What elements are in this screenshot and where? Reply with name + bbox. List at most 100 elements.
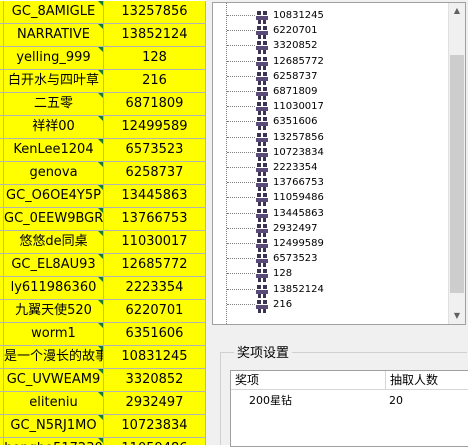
spreadsheet[interactable]: GC_8AMIGLE 13257856 NARRATIVE 13852124 yelli…	[0, 0, 206, 445]
table-row[interactable]: GC_EL8AU93 12685772	[0, 254, 206, 277]
table-row[interactable]: worm1 6351606	[0, 323, 206, 346]
id-cell[interactable]: 13852124	[104, 24, 206, 47]
tree-item[interactable]: 11030017	[213, 99, 449, 116]
tree-item[interactable]: 2932497	[213, 221, 449, 237]
table-row[interactable]: GC_O6OE4Y5P 13445863	[0, 185, 206, 208]
user-group-icon	[255, 9, 269, 24]
tree-item[interactable]: 6258737	[213, 69, 449, 85]
name-cell[interactable]: yelling_999	[4, 47, 104, 70]
id-cell[interactable]: 12685772	[104, 254, 206, 277]
id-cell[interactable]: 128	[104, 47, 206, 70]
table-row[interactable]: GC_0EEW9BGR 13766753	[0, 208, 206, 231]
name-cell[interactable]: GC_UVWEAM9	[4, 369, 104, 392]
id-cell[interactable]: 13257856	[104, 1, 206, 24]
table-row[interactable]: 白开水与四叶草 216	[0, 70, 206, 93]
table-row[interactable]: GC_N5RJ1MO 10723834	[0, 415, 206, 438]
prize-settings-group: 奖项设置 奖项 抽取人数 200星钻 20	[220, 342, 468, 447]
name-cell[interactable]: NARRATIVE	[4, 24, 104, 47]
scroll-thumb[interactable]	[450, 55, 464, 293]
name-cell[interactable]: 悠悠de同桌	[4, 231, 104, 254]
tree-item-label: 2932497	[273, 222, 318, 234]
tree-branch-line	[227, 30, 255, 32]
table-row[interactable]: 悠悠de同桌 11030017	[0, 231, 206, 254]
id-cell[interactable]: 2932497	[104, 392, 206, 415]
name-cell[interactable]: 白开水与四叶草	[4, 70, 104, 93]
table-row[interactable]: genova 6258737	[0, 162, 206, 185]
id-cell[interactable]: 216	[104, 70, 206, 93]
id-cell[interactable]: 13445863	[104, 185, 206, 208]
user-group-icon	[255, 131, 269, 146]
table-row[interactable]: GC_UVWEAM9 3320852	[0, 369, 206, 392]
tree-item[interactable]: 2223354	[213, 160, 449, 176]
table-row[interactable]: eliteniu 2932497	[0, 392, 206, 415]
tree-item[interactable]: 6871809	[213, 84, 449, 100]
tree-item-label: 12499589	[273, 238, 324, 249]
id-cell[interactable]: 11030017	[104, 231, 206, 254]
participant-tree[interactable]: 10831245 6220701 3320852 12685772 6258737 687…	[212, 2, 466, 325]
id-cell[interactable]: 6351606	[104, 323, 206, 346]
name-cell[interactable]: 九翼天使520	[4, 300, 104, 323]
tree-item[interactable]: 216	[213, 297, 449, 313]
name-cell[interactable]: worm1	[4, 323, 104, 346]
tree-item[interactable]: 12685772	[213, 54, 449, 70]
table-row[interactable]: 二五零 6871809	[0, 93, 206, 116]
table-row[interactable]: 是一个漫长的故事 10831245	[0, 346, 206, 369]
id-cell[interactable]: 10723834	[104, 415, 206, 438]
tree-scrollbar[interactable]: ▲ ▼	[448, 3, 465, 324]
name-cell[interactable]: GC_0EEW9BGR	[4, 208, 104, 231]
tree-item[interactable]: 128	[213, 266, 449, 283]
name-cell[interactable]: GC_EL8AU93	[4, 254, 104, 277]
name-cell[interactable]: 二五零	[4, 93, 104, 116]
table-row[interactable]: 祥祥00 12499589	[0, 116, 206, 139]
table-row[interactable]: KenLee1204 6573523	[0, 139, 206, 162]
tree-item[interactable]: 13445863	[213, 206, 449, 222]
id-cell[interactable]: 12499589	[104, 116, 206, 139]
name-cell[interactable]: 祥祥00	[4, 116, 104, 139]
tree-branch-line	[227, 136, 255, 138]
id-cell[interactable]: 11059486	[104, 438, 206, 445]
tree-item[interactable]: 6573523	[213, 251, 449, 268]
name-cell[interactable]: GC_N5RJ1MO	[4, 415, 104, 438]
name-cell[interactable]: KenLee1204	[4, 139, 104, 162]
tree-item[interactable]: 13257856	[213, 130, 449, 146]
prize-cell[interactable]: 200星钻	[249, 392, 292, 410]
id-cell[interactable]: 3320852	[104, 369, 206, 392]
name-cell[interactable]: hongbo517230	[4, 438, 104, 445]
id-cell[interactable]: 10831245	[104, 346, 206, 369]
id-cell[interactable]: 6871809	[104, 93, 206, 116]
tree-item[interactable]: 3320852	[213, 38, 449, 55]
id-cell[interactable]: 13766753	[104, 208, 206, 231]
tree-item[interactable]: 13852124	[213, 282, 449, 298]
tree-item[interactable]: 10723834	[213, 145, 449, 161]
column-header-count[interactable]: 抽取人数	[386, 371, 468, 390]
scroll-down-icon[interactable]: ▼	[449, 308, 465, 324]
user-group-icon	[255, 24, 269, 40]
scroll-up-icon[interactable]: ▲	[449, 3, 465, 19]
name-cell[interactable]: eliteniu	[4, 392, 104, 415]
tree-item[interactable]: 6351606	[213, 114, 449, 131]
id-cell[interactable]: 6258737	[104, 162, 206, 185]
name-cell[interactable]: 是一个漫长的故事	[4, 346, 104, 369]
tree-item[interactable]: 13766753	[213, 175, 449, 192]
name-cell[interactable]: genova	[4, 162, 104, 185]
tree-branch-line	[227, 167, 255, 168]
id-cell[interactable]: 6220701	[104, 300, 206, 323]
table-row[interactable]: ly611986360 2223354	[0, 277, 206, 300]
table-row[interactable]: NARRATIVE 13852124	[0, 24, 206, 47]
column-header-prize[interactable]: 奖项	[231, 371, 386, 390]
table-row[interactable]: GC_8AMIGLE 13257856	[0, 1, 206, 24]
count-cell[interactable]: 20	[389, 392, 403, 410]
table-row[interactable]: hongbo51723011059486	[0, 438, 206, 445]
name-cell[interactable]: ly611986360	[4, 277, 104, 300]
prize-table[interactable]: 奖项 抽取人数 200星钻 20	[230, 370, 468, 447]
id-cell[interactable]: 2223354	[104, 277, 206, 300]
id-cell[interactable]: 6573523	[104, 139, 206, 162]
name-cell[interactable]: GC_O6OE4Y5P	[4, 185, 104, 208]
table-row[interactable]: 九翼天使520 6220701	[0, 300, 206, 323]
tree-item[interactable]: 12499589	[213, 236, 449, 252]
table-row[interactable]: yelling_999 128	[0, 47, 206, 70]
name-cell[interactable]: GC_8AMIGLE	[4, 1, 104, 24]
tree-item[interactable]: 6220701	[213, 23, 449, 40]
tree-item[interactable]: 11059486	[213, 190, 449, 207]
tree-item[interactable]: 10831245	[213, 8, 449, 24]
